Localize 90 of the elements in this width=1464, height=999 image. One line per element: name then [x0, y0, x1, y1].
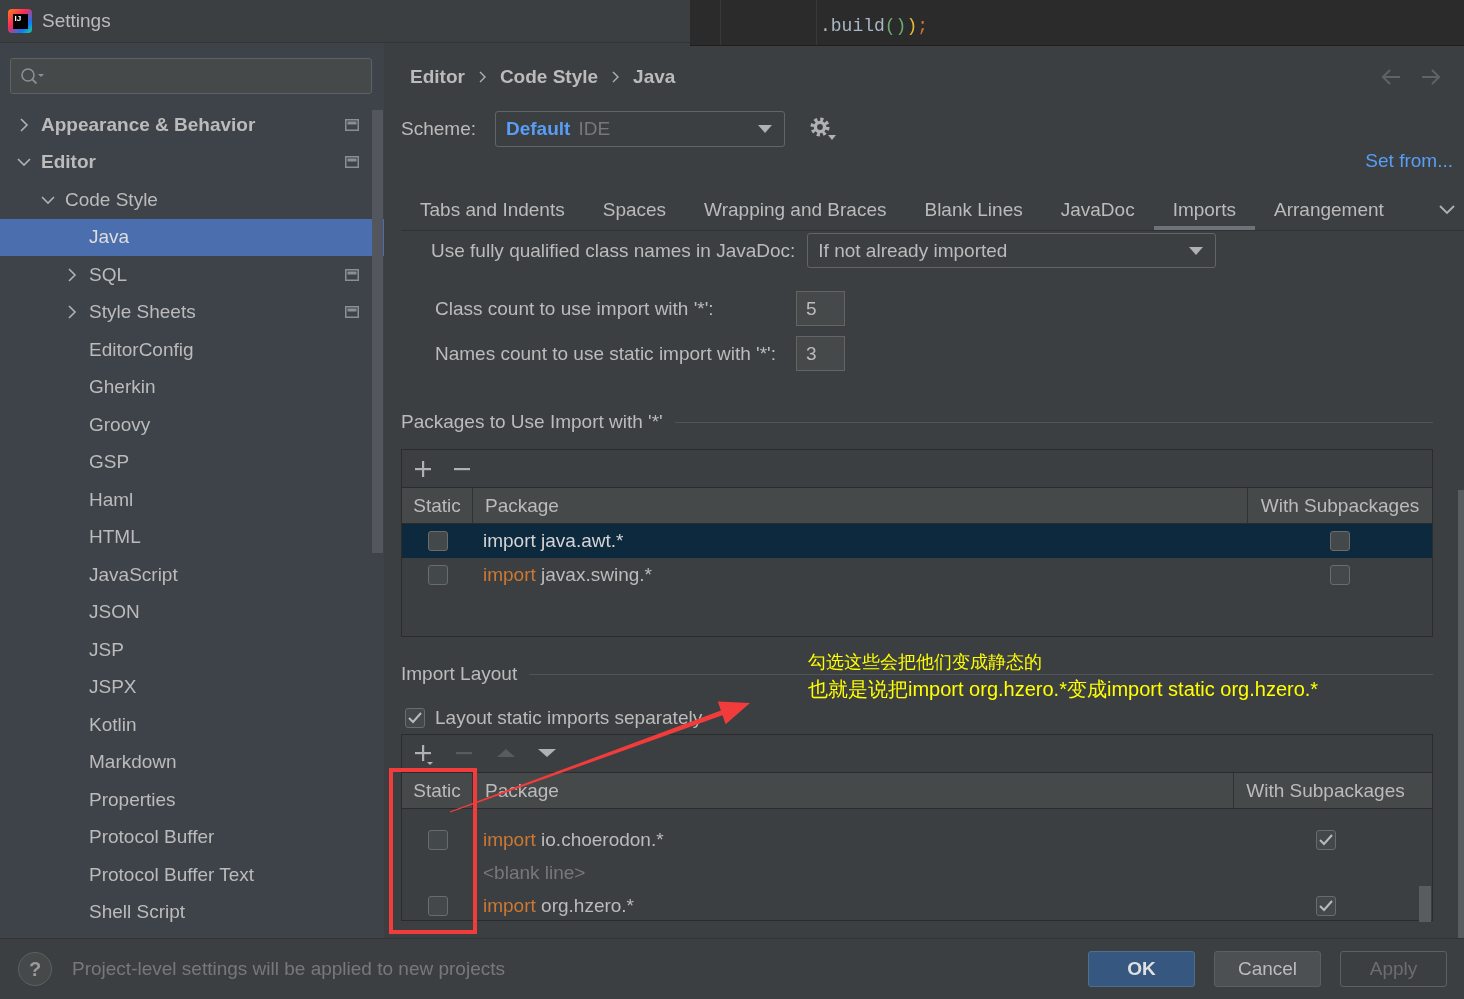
number-field[interactable]: 3 — [796, 336, 845, 371]
number-field[interactable]: 5 — [796, 291, 845, 326]
window-title: Settings — [42, 10, 111, 32]
breadcrumb-item[interactable]: Java — [633, 66, 676, 88]
checkbox[interactable] — [405, 708, 425, 728]
checkbox[interactable] — [1330, 531, 1350, 551]
tree-item[interactable]: GSP — [0, 443, 384, 481]
tree-item[interactable]: Gherkin — [0, 368, 384, 406]
chevron-right-icon[interactable] — [17, 117, 31, 132]
javadoc-dropdown[interactable]: If not already imported — [807, 233, 1217, 268]
table-row[interactable]: import javax.swing.* — [402, 558, 1432, 592]
help-button[interactable]: ? — [18, 952, 52, 986]
tree-item[interactable]: HTML — [0, 518, 384, 556]
tree-item[interactable]: JavaScript — [0, 556, 384, 594]
chevron-right-icon[interactable] — [65, 305, 79, 320]
tab[interactable]: Blank Lines — [905, 190, 1042, 230]
caret-down-icon — [758, 125, 772, 133]
blank-line-cell-text: <blank line> — [482, 861, 587, 884]
scheme-dropdown[interactable]: Default IDE — [495, 111, 785, 147]
tree-item[interactable]: Haml — [0, 481, 384, 519]
dialog-button[interactable]: Cancel — [1214, 951, 1321, 987]
column-header[interactable]: With Subpackages — [1260, 495, 1420, 516]
tree-item[interactable]: Kotlin — [0, 706, 384, 744]
column-header[interactable]: Static — [413, 495, 461, 516]
tab[interactable]: JavaDoc — [1041, 190, 1154, 230]
primary-button[interactable]: OK — [1088, 951, 1195, 987]
tree-item[interactable]: Appearance & Behavior — [0, 106, 384, 144]
tree-item[interactable]: Editor — [0, 143, 384, 181]
column-header[interactable]: Package — [485, 495, 559, 516]
search-icon — [20, 67, 44, 85]
package-cell-text: import javax.swing.* — [482, 564, 653, 586]
package-cell-text: import io.choerodon.* — [482, 828, 665, 851]
tree-item[interactable]: Markdown — [0, 743, 384, 781]
tree-item[interactable]: Protocol Buffer Text — [0, 856, 384, 894]
scrollbar-thumb[interactable] — [1419, 886, 1431, 922]
add-icon[interactable] — [414, 742, 434, 765]
tree-item[interactable]: EditorConfig — [0, 331, 384, 369]
checkbox-label[interactable]: Layout static imports separately — [435, 707, 703, 729]
annotation-text: 也就是说把import org.hzero.*变成import static org.hzero.* — [808, 677, 1319, 702]
tab[interactable]: Spaces — [583, 190, 686, 230]
search-field[interactable] — [10, 58, 372, 94]
table-row[interactable]: import java.awt.* — [402, 524, 1432, 558]
field-label: Class count to use import with '*': — [435, 297, 715, 320]
chevron-down-icon[interactable] — [1439, 205, 1455, 215]
tree-item[interactable]: Properties — [0, 781, 384, 819]
set-from-link[interactable]: Set from... — [1365, 150, 1453, 172]
gear-icon[interactable] — [810, 117, 836, 141]
chevron-right-icon — [612, 71, 620, 83]
hint-text: Project-level settings will be applied to new projects — [72, 958, 505, 980]
app-logo: IJ — [8, 9, 32, 33]
checkbox[interactable] — [1330, 565, 1350, 585]
package-cell-text: import org.hzero.* — [482, 894, 636, 917]
package-cell-text: import java.awt.* — [482, 530, 625, 552]
checkbox[interactable] — [427, 829, 448, 850]
scheme-label: Scheme: — [401, 118, 476, 140]
chevron-right-icon[interactable] — [65, 267, 79, 282]
tab[interactable]: Arrangement — [1255, 190, 1403, 230]
section-title: Import Layout — [401, 663, 518, 685]
tree-item[interactable]: Groovy — [0, 406, 384, 444]
checkbox[interactable] — [427, 895, 448, 916]
tab[interactable]: Wrapping and Braces — [685, 190, 906, 230]
chevron-right-icon — [478, 71, 486, 83]
add-icon[interactable] — [414, 459, 432, 478]
checkbox[interactable] — [1315, 829, 1336, 850]
field-label: Names count to use static import with '*': — [435, 342, 777, 365]
column-header[interactable]: With Subpackages — [1246, 780, 1405, 801]
tree-item[interactable]: Style Sheets — [0, 293, 384, 331]
tree-item[interactable]: JSON — [0, 593, 384, 631]
breadcrumb-item[interactable]: Editor — [410, 66, 465, 88]
column-header[interactable]: Static — [413, 780, 461, 801]
scrollbar-thumb[interactable] — [1458, 490, 1464, 938]
caret-down-icon — [1189, 246, 1204, 255]
checkbox[interactable] — [427, 531, 448, 551]
tree-item[interactable]: JSPX — [0, 668, 384, 706]
tree-item[interactable]: Java — [0, 218, 384, 256]
section-title: Packages to Use Import with '*' — [401, 411, 663, 433]
checkbox[interactable] — [427, 565, 448, 585]
tab[interactable]: Tabs and Indents — [401, 190, 584, 230]
tree-item[interactable]: JSP — [0, 631, 384, 669]
tree-item[interactable]: Code Style — [0, 181, 384, 219]
annotation-text: 勾选这些会把他们变成静态的 — [808, 651, 1043, 674]
scrollbar-thumb[interactable] — [372, 110, 383, 553]
tree-item[interactable]: Shell Script — [0, 893, 384, 931]
checkbox[interactable] — [1315, 895, 1336, 916]
tab[interactable]: Imports — [1153, 190, 1255, 230]
breadcrumb-item[interactable]: Code Style — [499, 66, 599, 88]
tree-item[interactable]: SQL — [0, 256, 384, 294]
field-label: Use fully qualified class names in JavaDoc: — [431, 239, 796, 262]
tree-item[interactable]: Protocol Buffer — [0, 818, 384, 856]
code-line: .build()); — [820, 15, 929, 37]
